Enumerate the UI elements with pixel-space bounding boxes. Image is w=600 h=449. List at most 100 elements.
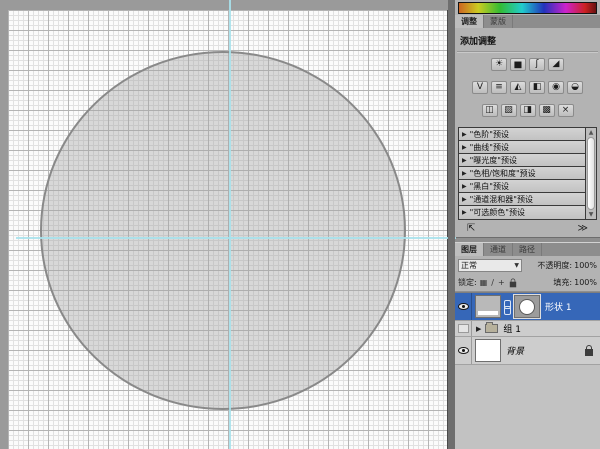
folder-icon — [485, 324, 498, 333]
preset-scrollbar[interactable]: ▲ ▼ — [585, 128, 596, 219]
layers-empty-area — [455, 365, 600, 449]
adjustments-tab-bar: 调整 蒙版 — [455, 15, 600, 28]
visibility-toggle[interactable] — [455, 293, 472, 320]
tab-channels[interactable]: 通道 — [484, 243, 513, 256]
layer-list: 形状 1 ▶ 组 1 背景 — [455, 292, 600, 365]
vibrance-icon[interactable]: V — [472, 81, 488, 94]
lock-transparency-icon[interactable]: ▦ — [480, 278, 488, 288]
background-thumbnail[interactable] — [475, 339, 501, 362]
scroll-down-icon[interactable]: ▼ — [586, 210, 596, 219]
tab-layers[interactable]: 图层 — [455, 243, 484, 256]
gradient-map-icon[interactable]: ▩ — [539, 104, 555, 117]
switch-panel-view-icon[interactable]: ⇱ — [467, 223, 475, 235]
scroll-up-icon[interactable]: ▲ — [586, 128, 596, 137]
collapse-triangle-icon[interactable]: ▶ — [462, 209, 467, 216]
threshold-icon[interactable]: ◨ — [520, 104, 536, 117]
adjustment-icon-row-2: V ≡ ◭ ◧ ◉ ◒ — [455, 81, 600, 94]
layer-name[interactable]: 背景 — [506, 344, 524, 357]
preset-black-white[interactable]: ▶"黑白"预设 — [459, 180, 585, 193]
tab-paths[interactable]: 路径 — [513, 243, 542, 256]
group-expand-icon[interactable]: ▶ — [476, 325, 481, 333]
divider — [457, 51, 598, 53]
canvas-panel-gap — [448, 0, 455, 449]
photo-filter-icon[interactable]: ◉ — [548, 81, 564, 94]
lock-pixels-icon[interactable]: ∕ — [491, 278, 494, 288]
layer-name[interactable]: 组 1 — [503, 322, 521, 335]
blend-mode-value: 正常 — [461, 260, 477, 271]
collapse-triangle-icon[interactable]: ▶ — [462, 157, 467, 164]
collapse-triangle-icon[interactable]: ▶ — [462, 183, 467, 190]
document-canvas[interactable] — [8, 10, 448, 449]
adjustment-presets-list: ▶"色阶"预设 ▶"曲线"预设 ▶"曝光度"预设 ▶"色相/饱和度"预设 ▶"黑… — [458, 127, 597, 220]
clip-to-layer-icon[interactable]: ≫ — [578, 223, 588, 235]
preset-levels[interactable]: ▶"色阶"预设 — [459, 128, 585, 141]
lock-all-icon[interactable] — [509, 281, 515, 287]
collapse-triangle-icon[interactable]: ▶ — [462, 196, 467, 203]
scrollbar-thumb[interactable] — [587, 137, 595, 210]
background-lock-icon — [585, 349, 593, 356]
preset-curves[interactable]: ▶"曲线"预设 — [459, 141, 585, 154]
lock-label: 锁定: — [458, 277, 477, 288]
preset-label: "色相/饱和度"预设 — [470, 168, 536, 179]
collapse-triangle-icon[interactable]: ▶ — [462, 144, 467, 151]
preset-hue-saturation[interactable]: ▶"色相/饱和度"预设 — [459, 167, 585, 180]
collapse-triangle-icon[interactable]: ▶ — [462, 131, 467, 138]
tab-masks[interactable]: 蒙版 — [484, 15, 513, 28]
chevron-down-icon: ▼ — [514, 262, 519, 269]
document-area — [0, 0, 455, 449]
exposure-icon[interactable]: ◢ — [548, 58, 564, 71]
visibility-toggle[interactable] — [455, 321, 472, 336]
adjustment-icon-row-1: ☀ ▅ ʃ ◢ — [455, 58, 600, 71]
preset-selective-color[interactable]: ▶"可选颜色"预设 — [459, 206, 585, 219]
fill-value[interactable]: 100% — [574, 278, 597, 287]
link-mask-icon — [503, 299, 510, 315]
fill-label: 填充: — [553, 277, 572, 288]
color-balance-icon[interactable]: ◭ — [510, 81, 526, 94]
adjustments-bottom-bar: ⇱ ≫ — [455, 220, 600, 237]
eye-icon — [458, 303, 469, 310]
eye-icon — [458, 347, 469, 354]
vertical-guide[interactable] — [229, 0, 231, 449]
preset-label: "可选颜色"预设 — [470, 207, 525, 218]
lock-row: 锁定: ▦ ∕ + 填充: 100% — [455, 274, 600, 290]
layer-row-background[interactable]: 背景 — [455, 337, 600, 365]
black-white-icon[interactable]: ◧ — [529, 81, 545, 94]
vector-mask-thumbnail[interactable] — [514, 295, 540, 318]
preset-label: "曲线"预设 — [470, 142, 509, 153]
lock-position-icon[interactable]: + — [498, 278, 505, 288]
shape-fill-thumbnail[interactable] — [475, 295, 501, 318]
horizontal-guide[interactable] — [16, 237, 456, 239]
hue-saturation-icon[interactable]: ≡ — [491, 81, 507, 94]
eye-off-icon — [458, 324, 469, 333]
opacity-label: 不透明度: — [537, 260, 572, 271]
preset-label: "曝光度"预设 — [470, 155, 517, 166]
panel-column: 调整 蒙版 添加调整 ☀ ▅ ʃ ◢ V ≡ ◭ ◧ ◉ ◒ ◫ ▨ ◨ ▩ × — [455, 0, 600, 449]
blend-mode-row: 正常 ▼ 不透明度: 100% — [455, 256, 600, 274]
posterize-icon[interactable]: ▨ — [501, 104, 517, 117]
layers-tab-bar: 图层 通道 路径 — [455, 243, 600, 256]
adjustment-icon-row-3: ◫ ▨ ◨ ▩ × — [455, 104, 600, 117]
layer-row-shape1[interactable]: 形状 1 — [455, 293, 600, 321]
layer-name[interactable]: 形状 1 — [545, 300, 572, 313]
curves-icon[interactable]: ʃ — [529, 58, 545, 71]
opacity-value[interactable]: 100% — [574, 261, 597, 270]
photoshop-window: 调整 蒙版 添加调整 ☀ ▅ ʃ ◢ V ≡ ◭ ◧ ◉ ◒ ◫ ▨ ◨ ▩ × — [0, 0, 600, 449]
preset-label: "色阶"预设 — [470, 129, 509, 140]
blend-mode-select[interactable]: 正常 ▼ — [458, 259, 522, 272]
preset-channel-mixer[interactable]: ▶"通道混和器"预设 — [459, 193, 585, 206]
layer-row-group1[interactable]: ▶ 组 1 — [455, 321, 600, 337]
channel-mixer-icon[interactable]: ◒ — [567, 81, 583, 94]
brightness-contrast-icon[interactable]: ☀ — [491, 58, 507, 71]
circle-shape-layer[interactable] — [40, 51, 406, 410]
tab-adjustments[interactable]: 调整 — [455, 15, 484, 28]
selective-color-icon[interactable]: × — [558, 104, 574, 117]
add-adjustment-heading: 添加调整 — [455, 28, 600, 51]
invert-icon[interactable]: ◫ — [482, 104, 498, 117]
levels-icon[interactable]: ▅ — [510, 58, 526, 71]
color-spectrum-bar[interactable] — [458, 2, 597, 14]
preset-label: "黑白"预设 — [470, 181, 509, 192]
preset-exposure[interactable]: ▶"曝光度"预设 — [459, 154, 585, 167]
circle-mask-preview — [519, 299, 535, 315]
collapse-triangle-icon[interactable]: ▶ — [462, 170, 467, 177]
visibility-toggle[interactable] — [455, 337, 472, 364]
